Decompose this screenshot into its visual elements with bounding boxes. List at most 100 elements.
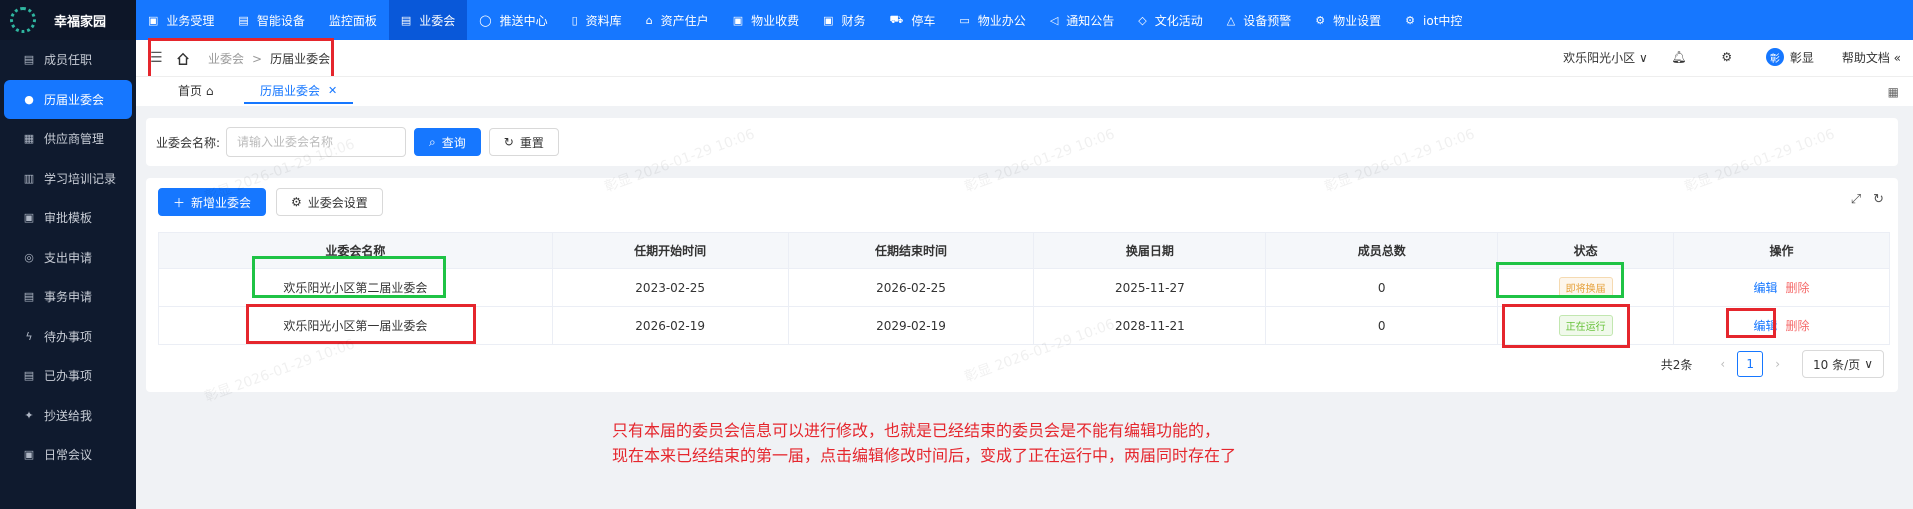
tag-icon: ◇ <box>1138 13 1147 27</box>
nav-item-label: 业委会 <box>419 13 456 28</box>
fullscreen-icon[interactable]: ⤢ <box>1851 192 1861 207</box>
nav-item-label: 资产住户 <box>660 13 709 28</box>
nav-item-label: 物业办公 <box>977 13 1026 28</box>
app-logo: 幸福家园 <box>0 0 136 40</box>
col-actions: 操作 <box>1673 232 1890 269</box>
sidebar-item[interactable]: ▤ 成员任职 <box>0 40 136 80</box>
close-icon[interactable]: ✕ <box>328 84 337 97</box>
pagination-total: 共2条 <box>1660 357 1693 372</box>
sidebar-item[interactable]: ✦ 抄送给我 <box>0 396 136 436</box>
business-icon: ▣ <box>148 13 159 27</box>
gear-icon[interactable]: ⚙ <box>1718 50 1736 64</box>
sidebar-item[interactable]: ▣ 审批模板 <box>0 198 136 238</box>
avatar[interactable]: 彰 <box>1765 48 1784 66</box>
nav-item[interactable]: ◯ 推送中心 <box>467 0 559 40</box>
document-icon: ▤ <box>23 290 35 304</box>
sidebar-item-label: 待办事项 <box>44 329 93 344</box>
toolbar: ＋ 新增业委会 ⚙ 业委会设置 <box>158 188 383 216</box>
tab-committee-history[interactable]: 历届业委会 ✕ <box>244 82 354 104</box>
sidebar-item-label: 日常会议 <box>44 448 93 463</box>
page-number[interactable]: 1 <box>1737 351 1764 377</box>
nav-item-label: 智能设备 <box>256 13 305 28</box>
sidebar-item[interactable]: ▤ 事务申请 <box>0 277 136 317</box>
home-icon: ⌂ <box>645 13 653 27</box>
next-page-icon[interactable]: › <box>1775 357 1780 371</box>
bell-icon[interactable]: 🔔︎ <box>1670 50 1688 64</box>
cell-end: 2026-02-25 <box>787 268 1035 307</box>
reset-button[interactable]: ↻ 重置 <box>488 128 559 156</box>
sidebar-item-label: 已办事项 <box>44 369 93 384</box>
query-button[interactable]: ⌕ 查询 <box>414 128 481 156</box>
lightning-icon: ϟ <box>25 329 33 343</box>
edit-link[interactable]: 编辑 <box>1754 281 1778 295</box>
nav-item[interactable]: ▭ 物业办公 <box>947 0 1037 40</box>
sidebar-item[interactable]: ▦ 供应商管理 <box>0 119 136 159</box>
nav-item[interactable]: ◁ 通知公告 <box>1038 0 1126 40</box>
community-select[interactable]: 欢乐阳光小区 ∨ <box>1563 49 1648 66</box>
nav-item[interactable]: ⛟ 停车 <box>878 0 948 40</box>
sidebar-item-label: 历届业委会 <box>44 92 105 107</box>
nav-item[interactable]: ▯ 资料库 <box>560 0 634 40</box>
nav-item[interactable]: ⚙ iot中控 <box>1393 0 1474 40</box>
nav-item[interactable]: △ 设备预警 <box>1215 0 1303 40</box>
nav-item[interactable]: ▣ 财务 <box>811 0 877 40</box>
sidebar-item[interactable]: ▥ 学习培训记录 <box>0 159 136 199</box>
username[interactable]: 彰显 <box>1790 49 1814 66</box>
col-start: 任期开始时间 <box>551 232 789 269</box>
add-committee-button[interactable]: ＋ 新增业委会 <box>158 188 267 216</box>
settings-label: 业委会设置 <box>307 195 368 210</box>
col-members: 成员总数 <box>1265 232 1499 269</box>
nav-item-label: 文化活动 <box>1154 13 1203 28</box>
cell-start: 2023-02-25 <box>551 268 789 307</box>
nav-item-label: 财务 <box>841 13 866 28</box>
nav-item[interactable]: ⌂ 资产住户 <box>634 0 721 40</box>
nav-item[interactable]: ⚙ 物业设置 <box>1303 0 1393 40</box>
annotation-box-row1-status <box>1496 262 1624 298</box>
bill-icon: ▣ <box>732 13 744 27</box>
chevron-down-icon: ∨ <box>1864 357 1873 371</box>
annotation-line-2: 现在本来已经结束的第一届，点击编辑修改时间后，变成了正在运行中，两届同时存在了 <box>612 446 1237 465</box>
annotation-line-1: 只有本届的委员会信息可以进行修改，也就是已经结束的委员会是不能有编辑功能的， <box>612 421 1221 440</box>
sidebar-item[interactable]: ϟ 待办事项 <box>0 317 136 357</box>
sidebar-item-label: 支出申请 <box>44 250 93 265</box>
car-icon: ⛟ <box>889 12 904 26</box>
committee-settings-button[interactable]: ⚙ 业委会设置 <box>276 188 383 216</box>
users-icon: ● <box>24 92 34 106</box>
nav-item[interactable]: ▤ 智能设备 <box>226 0 316 40</box>
iot-icon: ⚙ <box>1405 13 1416 27</box>
sidebar-item[interactable]: ◎ 支出申请 <box>0 238 136 278</box>
annotation-box-row2-edit <box>1726 308 1776 338</box>
sidebar-item[interactable]: ▣ 日常会议 <box>0 435 136 475</box>
sidebar-item[interactable]: ● 历届业委会 <box>4 79 132 119</box>
page-size-select[interactable]: 10 条/页 ∨ <box>1802 350 1884 378</box>
calendar-icon: ▣ <box>23 448 35 462</box>
nav-item-label: iot中控 <box>1423 13 1463 28</box>
query-label: 查询 <box>441 135 466 150</box>
gear-icon: ⚙ <box>1315 13 1326 27</box>
nav-item[interactable]: ▣ 物业收费 <box>721 0 811 40</box>
app-title: 幸福家园 <box>54 14 107 30</box>
sidebar-item[interactable]: ▤ 已办事项 <box>0 356 136 396</box>
nav-item[interactable]: ▤ 业委会 <box>388 0 468 40</box>
logo-icon <box>10 7 36 33</box>
delete-link[interactable]: 删除 <box>1786 281 1810 295</box>
search-icon: ⌕ <box>429 134 436 149</box>
supplier-icon: ▦ <box>23 132 35 146</box>
nav-item[interactable]: 监控面板 <box>317 0 389 40</box>
header-bar: ☰ 业委会 > 历届业委会 欢乐阳光小区 ∨ 🔔︎ ⚙ 彰 彰显 帮助文档 « <box>136 40 1913 76</box>
delete-link[interactable]: 删除 <box>1786 319 1810 333</box>
nav-item[interactable]: ◇ 文化活动 <box>1126 0 1214 40</box>
help-link[interactable]: 帮助文档 « <box>1842 49 1901 66</box>
search-input[interactable] <box>226 127 407 157</box>
refresh-icon[interactable]: ↻ <box>1873 192 1884 207</box>
tab-home[interactable]: 首页 ⌂ <box>178 82 213 99</box>
cell-actions: 编辑 删除 <box>1673 306 1890 345</box>
grid-icon[interactable]: ▦ <box>1888 85 1899 99</box>
prev-page-icon[interactable]: ‹ <box>1720 357 1725 371</box>
cell-members: 0 <box>1265 306 1499 345</box>
sidebar-item-label: 抄送给我 <box>44 408 93 423</box>
id-card-icon: ▤ <box>23 53 35 67</box>
sidebar: 幸福家园 ▤ 成员任职 ● 历届业委会 ▦ 供应商管理 ▥ 学习培训记录 ▣ 审批模板 ◎ 支出申请 ▤… <box>0 0 136 509</box>
nav-item[interactable]: ▣ 业务受理 <box>136 0 226 40</box>
page-size-label: 10 条/页 <box>1813 357 1861 372</box>
